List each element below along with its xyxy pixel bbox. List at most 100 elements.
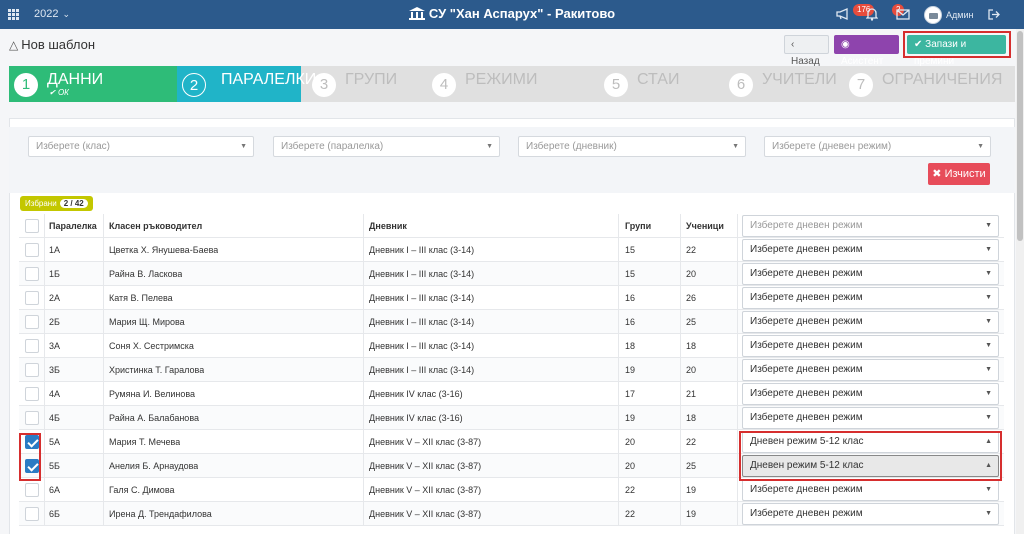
table-row: 1А Цветка Х. Янушева-Баева Дневник I – III… bbox=[19, 238, 1004, 262]
bell-icon[interactable] bbox=[865, 8, 879, 24]
cell-students: 18 bbox=[686, 413, 697, 423]
step-sections[interactable]: 2 ПАРАЛЕЛКИ bbox=[177, 66, 316, 102]
cell-journal: Дневник V – XII клас (3-87) bbox=[369, 437, 482, 447]
table-row: 1Б Райна В. Ласкова Дневник I – III клас (… bbox=[19, 262, 1004, 286]
header-teacher[interactable]: Класен ръководител bbox=[109, 214, 202, 238]
step-groups[interactable]: 3 ГРУПИ bbox=[307, 66, 427, 102]
row-mode-select[interactable]: Изберете дневен режим ▼ bbox=[742, 239, 999, 261]
step-modes[interactable]: 4 РЕЖИМИ bbox=[427, 66, 597, 102]
class-filter-select[interactable]: Изберете (клас) ▼ bbox=[28, 136, 254, 157]
row-checkbox[interactable] bbox=[25, 483, 39, 497]
row-checkbox[interactable] bbox=[25, 339, 39, 353]
top-bar: 2022 ⌄ СУ "Хан Аспарух" - Ракитово 176 2 … bbox=[0, 0, 1024, 29]
row-checkbox[interactable] bbox=[25, 363, 39, 377]
step-number: 5 bbox=[604, 73, 628, 97]
row-mode-select[interactable]: Изберете дневен режим ▼ bbox=[742, 287, 999, 309]
row-mode-select[interactable]: Изберете дневен режим ▼ bbox=[742, 407, 999, 429]
cell-students: 20 bbox=[686, 269, 697, 279]
megaphone-icon[interactable] bbox=[836, 8, 850, 23]
row-checkbox[interactable] bbox=[25, 507, 39, 521]
caret-down-icon: ▼ bbox=[985, 390, 992, 397]
step-data[interactable]: 1 ДАННИ ✔ ОК bbox=[9, 66, 177, 102]
section-filter-select[interactable]: Изберете (паралелка) ▼ bbox=[273, 136, 500, 157]
table-row: 2Б Мария Щ. Мирова Дневник I – III клас (3… bbox=[19, 310, 1004, 334]
step-label: ПАРАЛЕЛКИ bbox=[221, 71, 317, 88]
cell-students: 25 bbox=[686, 317, 697, 327]
page-scrollbar[interactable] bbox=[1016, 29, 1024, 534]
cell-journal: Дневник V – XII клас (3-87) bbox=[369, 509, 482, 519]
cell-groups: 16 bbox=[625, 317, 636, 327]
cell-groups: 18 bbox=[625, 341, 636, 351]
row-mode-select[interactable]: Изберете дневен режим ▼ bbox=[742, 359, 999, 381]
cell-journal: Дневник IV клас (3-16) bbox=[369, 413, 463, 423]
mode-filter-placeholder: Изберете (дневен режим) bbox=[772, 141, 892, 152]
row-mode-select[interactable]: Изберете дневен режим ▼ bbox=[742, 383, 999, 405]
page-title-text: Нов шаблон bbox=[21, 37, 96, 52]
row-mode-value: Изберете дневен режим bbox=[750, 316, 863, 327]
row-checkbox[interactable] bbox=[25, 315, 39, 329]
mail-icon[interactable] bbox=[896, 8, 910, 23]
row-mode-select[interactable]: Изберете дневен режим ▼ bbox=[742, 263, 999, 285]
assistant-button[interactable]: ◉ Асистент bbox=[834, 35, 899, 67]
step-label: ДАННИ bbox=[47, 71, 104, 88]
row-mode-value: Изберете дневен режим bbox=[750, 244, 863, 255]
row-checkbox[interactable] bbox=[25, 267, 39, 281]
step-label: СТАИ bbox=[637, 71, 680, 88]
cell-teacher: Мария Щ. Мирова bbox=[109, 317, 185, 327]
caret-down-icon: ▼ bbox=[240, 143, 247, 150]
table-row: 3Б Христинка Т. Гаралова Дневник I – III к… bbox=[19, 358, 1004, 382]
row-mode-select[interactable]: Изберете дневен режим ▼ bbox=[742, 479, 999, 501]
highlight-save bbox=[903, 31, 1011, 58]
class-filter-placeholder: Изберете (клас) bbox=[36, 141, 110, 152]
back-button[interactable]: ‹ Назад bbox=[784, 35, 829, 67]
select-all-checkbox[interactable] bbox=[25, 219, 39, 233]
header-students[interactable]: Ученици bbox=[686, 214, 724, 238]
clear-button[interactable]: ✖ Изчисти bbox=[928, 163, 990, 185]
header-groups[interactable]: Групи bbox=[625, 214, 651, 238]
cell-journal: Дневник I – III клас (3-14) bbox=[369, 317, 475, 327]
step-label: РЕЖИМИ bbox=[465, 71, 538, 88]
step-constraints[interactable]: 7 ОГРАНИЧЕНИЯ bbox=[844, 66, 1015, 102]
cell-groups: 20 bbox=[625, 437, 636, 447]
logout-icon[interactable] bbox=[988, 8, 1000, 23]
step-flocks[interactable]: 5 СТАИ bbox=[599, 66, 723, 102]
avatar[interactable] bbox=[924, 6, 942, 24]
highlight-selected-modes bbox=[739, 431, 1002, 481]
row-mode-value: Изберете дневен режим bbox=[750, 412, 863, 423]
wizard-steps: 1 ДАННИ ✔ ОК 2 ПАРАЛЕЛКИ 3 ГРУПИ 4 РЕЖИМ… bbox=[9, 66, 1015, 102]
cell-journal: Дневник I – III клас (3-14) bbox=[369, 365, 475, 375]
cell-teacher: Галя С. Димова bbox=[109, 485, 175, 495]
clear-label: Изчисти bbox=[944, 168, 986, 180]
cell-journal: Дневник I – III клас (3-14) bbox=[369, 341, 475, 351]
row-mode-value: Изберете дневен режим bbox=[750, 388, 863, 399]
row-checkbox[interactable] bbox=[25, 243, 39, 257]
row-checkbox[interactable] bbox=[25, 411, 39, 425]
cell-students: 26 bbox=[686, 293, 697, 303]
header-journal[interactable]: Дневник bbox=[369, 214, 407, 238]
cell-teacher: Румяна И. Велинова bbox=[109, 389, 196, 399]
caret-down-icon: ▼ bbox=[985, 510, 992, 517]
cell-section: 3Б bbox=[49, 365, 60, 375]
cell-groups: 22 bbox=[625, 509, 636, 519]
row-mode-value: Изберете дневен режим bbox=[750, 292, 863, 303]
selected-count: 2 / 42 bbox=[59, 199, 88, 208]
cell-section: 6Б bbox=[49, 509, 60, 519]
caret-down-icon: ▼ bbox=[985, 366, 992, 373]
row-checkbox[interactable] bbox=[25, 291, 39, 305]
cell-groups: 15 bbox=[625, 245, 636, 255]
row-mode-select[interactable]: Изберете дневен режим ▼ bbox=[742, 503, 999, 525]
journal-filter-select[interactable]: Изберете (дневник) ▼ bbox=[518, 136, 746, 157]
row-mode-select[interactable]: Изберете дневен режим ▼ bbox=[742, 311, 999, 333]
user-name[interactable]: Админ bbox=[946, 10, 973, 20]
row-mode-select[interactable]: Изберете дневен режим ▼ bbox=[742, 335, 999, 357]
cell-section: 2А bbox=[49, 293, 61, 303]
step-teachers[interactable]: 6 УЧИТЕЛИ bbox=[724, 66, 844, 102]
row-checkbox[interactable] bbox=[25, 387, 39, 401]
cell-section: 3А bbox=[49, 341, 61, 351]
cell-teacher: Цветка Х. Янушева-Баева bbox=[109, 245, 219, 255]
header-section[interactable]: Паралелка bbox=[49, 214, 97, 238]
bulk-mode-select[interactable]: Изберете дневен режим ▼ bbox=[742, 215, 999, 237]
mode-filter-select[interactable]: Изберете (дневен режим) ▼ bbox=[764, 136, 991, 157]
step-label: УЧИТЕЛИ bbox=[762, 71, 837, 88]
journal-filter-placeholder: Изберете (дневник) bbox=[526, 141, 617, 152]
